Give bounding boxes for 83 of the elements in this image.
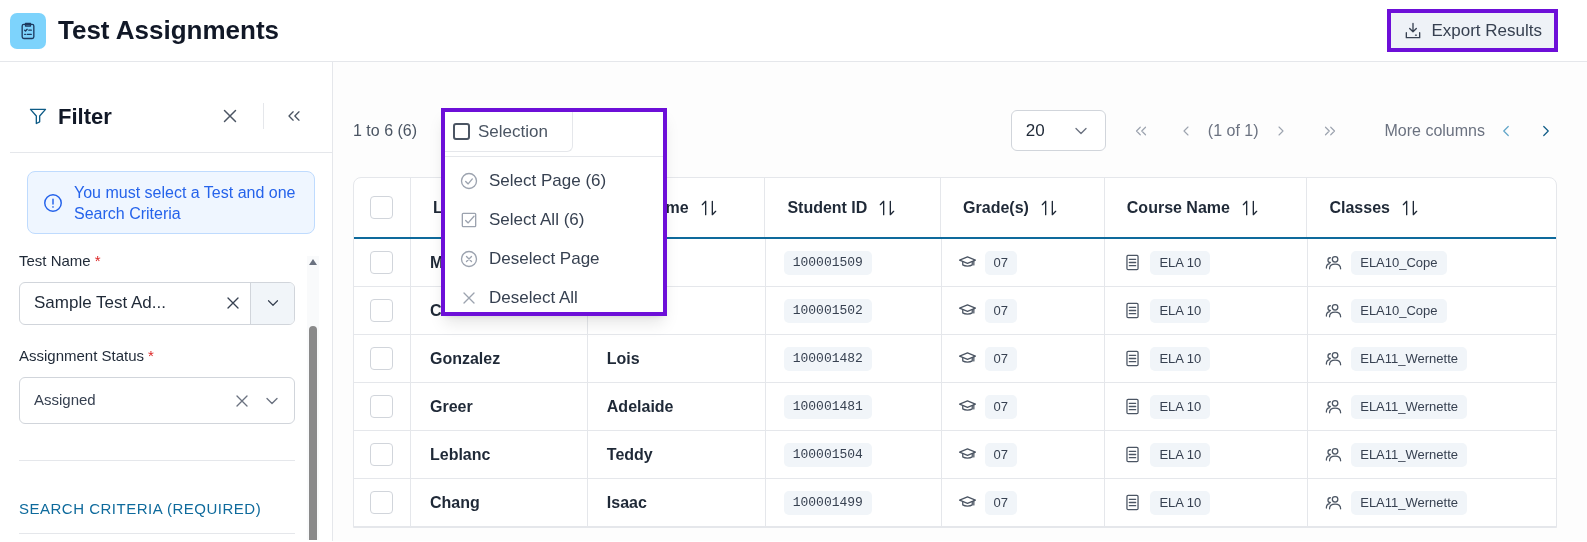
table-cell-text: Lois bbox=[606, 348, 640, 369]
row-checkbox[interactable] bbox=[370, 299, 394, 322]
row-checkbox[interactable] bbox=[370, 347, 394, 370]
tag: ELA11_Wernette bbox=[1351, 346, 1468, 371]
check-circle-icon bbox=[459, 170, 479, 191]
tag: 07 bbox=[984, 490, 1017, 515]
required-mark: * bbox=[148, 345, 154, 366]
tag: ELA 10 bbox=[1150, 490, 1211, 515]
select-value: Assigned bbox=[34, 390, 97, 411]
filter-title: Filter bbox=[58, 102, 112, 131]
table-cell-text: C bbox=[429, 300, 442, 321]
tag: 07 bbox=[984, 442, 1017, 467]
users-icon bbox=[1324, 253, 1344, 272]
row-checkbox[interactable] bbox=[370, 395, 394, 418]
table-cell-text: Leblanc bbox=[429, 444, 491, 465]
column-header[interactable]: Course Name bbox=[1126, 195, 1230, 220]
menu-item[interactable]: Deselect Page bbox=[445, 239, 663, 278]
table-cell-text: Greer bbox=[429, 396, 473, 417]
tag: ELA11_Wernette bbox=[1351, 442, 1468, 467]
section-heading[interactable]: SEARCH CRITERIA (REQUIRED) bbox=[19, 498, 295, 521]
page-info: (1 of 1) bbox=[1207, 120, 1259, 141]
export-results-button[interactable]: Export Results bbox=[1387, 9, 1558, 52]
tag: ELA10_Cope bbox=[1351, 298, 1447, 323]
tag: 100001509 bbox=[783, 250, 872, 275]
scroll-up-arrow-icon[interactable] bbox=[309, 259, 317, 265]
selection-checkbox[interactable] bbox=[453, 123, 470, 140]
tag: 07 bbox=[984, 394, 1017, 419]
tag: 07 bbox=[984, 346, 1017, 371]
tag: 07 bbox=[984, 298, 1017, 323]
users-icon bbox=[1324, 445, 1344, 464]
select-all-checkbox[interactable] bbox=[370, 196, 394, 219]
tag: ELA11_Wernette bbox=[1351, 394, 1468, 419]
tag: ELA 10 bbox=[1150, 442, 1211, 467]
tag: ELA 10 bbox=[1150, 394, 1211, 419]
x-circle-icon bbox=[459, 248, 479, 269]
table-cell-text: Gonzalez bbox=[429, 348, 501, 369]
page-title: Test Assignments bbox=[58, 14, 280, 47]
field-label: Test Name bbox=[19, 251, 91, 271]
tag: 100001482 bbox=[783, 346, 872, 371]
row-checkbox[interactable] bbox=[370, 491, 394, 514]
filter-icon bbox=[28, 106, 48, 126]
tag: ELA 10 bbox=[1150, 250, 1211, 275]
tag: 100001481 bbox=[783, 394, 872, 419]
app-logo-icon bbox=[10, 12, 46, 49]
more-columns-label: More columns bbox=[1384, 120, 1485, 141]
column-header[interactable]: Grade(s) bbox=[963, 195, 1029, 220]
scrollbar[interactable] bbox=[307, 256, 319, 540]
page-size-select[interactable]: 20 bbox=[1010, 110, 1106, 151]
selection-button[interactable]: Selection bbox=[445, 112, 573, 152]
column-header[interactable]: me bbox=[665, 195, 689, 220]
menu-item[interactable]: Select All (6) bbox=[445, 200, 663, 239]
users-icon bbox=[1324, 301, 1344, 320]
scrollbar-thumb[interactable] bbox=[309, 326, 317, 540]
tag: ELA 10 bbox=[1150, 346, 1211, 371]
tag: 07 bbox=[984, 250, 1017, 275]
column-header[interactable]: Student ID bbox=[787, 195, 868, 220]
tag: 100001502 bbox=[783, 298, 872, 323]
record-range: 1 to 6 (6) bbox=[353, 120, 419, 141]
info-icon bbox=[42, 191, 64, 214]
tag: 100001499 bbox=[783, 490, 872, 515]
column-header[interactable]: Classes bbox=[1329, 195, 1390, 220]
table-cell-text: Chang bbox=[429, 492, 480, 513]
menu-item[interactable]: Deselect All bbox=[445, 278, 663, 317]
assignment-status-select[interactable]: Assigned bbox=[19, 377, 295, 424]
users-icon bbox=[1324, 349, 1344, 368]
required-mark: * bbox=[94, 251, 101, 271]
tag: 100001504 bbox=[783, 442, 872, 467]
table-cell-text: Isaac bbox=[606, 492, 647, 513]
menu-item[interactable]: Select Page (6) bbox=[445, 161, 663, 200]
row-checkbox[interactable] bbox=[370, 443, 394, 466]
table-cell-text: Teddy bbox=[606, 444, 653, 465]
combobox-value: Sample Test Ad... bbox=[33, 292, 167, 315]
notice-text: You must select a Test and one Search Criteria bbox=[74, 182, 297, 224]
test-name-combobox[interactable]: Sample Test Ad... bbox=[19, 281, 295, 325]
users-icon bbox=[1324, 493, 1344, 512]
tag: ELA11_Wernette bbox=[1351, 490, 1468, 515]
tag: ELA10_Cope bbox=[1351, 250, 1447, 275]
users-icon bbox=[1324, 397, 1344, 416]
row-checkbox[interactable] bbox=[370, 251, 394, 274]
tag: ELA 10 bbox=[1150, 298, 1211, 323]
table-cell-text: Adelaide bbox=[606, 396, 674, 417]
field-label: Assignment Status bbox=[19, 345, 145, 366]
dropdown-button[interactable] bbox=[250, 282, 294, 324]
